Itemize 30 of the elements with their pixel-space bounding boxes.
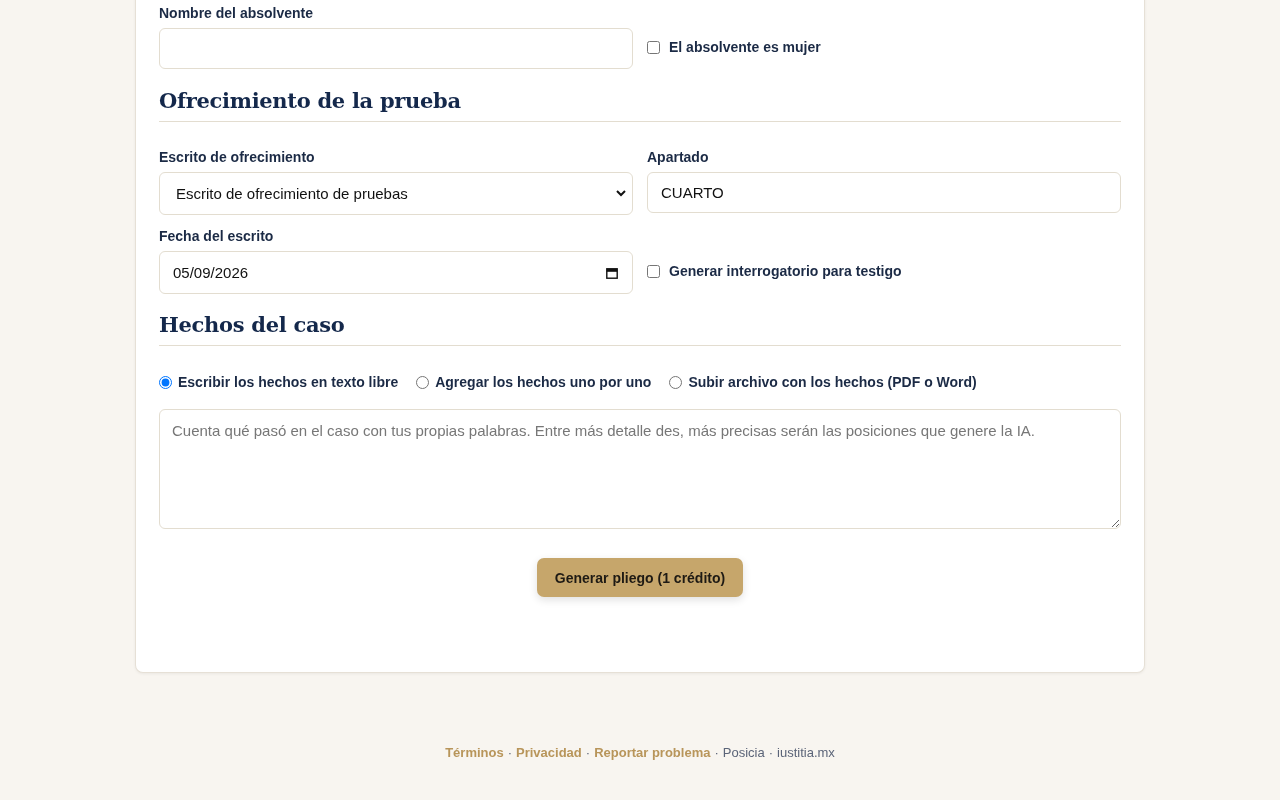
radio-label: Agregar los hechos uno por uno <box>435 374 652 390</box>
separator-dot: · <box>714 745 719 760</box>
separator-dot: · <box>585 745 591 760</box>
select-field[interactable]: Escrito de ofrecimiento de pruebas <box>159 172 633 215</box>
separator-dot: · <box>768 745 774 760</box>
radio-button[interactable] <box>416 375 430 389</box>
radio-button[interactable] <box>669 375 683 389</box>
name-input-field[interactable] <box>159 28 633 69</box>
checkbox[interactable] <box>647 40 660 54</box>
apartado-input-field[interactable]: CUARTO <box>647 172 1121 213</box>
separator-dot: · <box>507 745 512 760</box>
facts-text-area[interactable]: Cuenta qué pasó en el caso con tus propias palabras. Entre más detalle des, más precisas serán las posiciones que genere la IA. <box>159 409 1121 529</box>
checkbox[interactable] <box>647 264 660 278</box>
radio-label: Escribir los hechos en texto libre <box>178 374 399 390</box>
date-input-field[interactable]: 05/09/2026 <box>159 251 633 294</box>
field-label: Fecha del escrito <box>159 228 275 244</box>
field-label: Escrito de ofrecimiento <box>159 149 316 165</box>
section-heading: Ofrecimiento de la prueba <box>159 88 462 113</box>
footer-text: iustitia.mx <box>777 745 835 760</box>
chevron-down-icon <box>616 190 626 197</box>
footer-text: Posicia <box>722 745 765 760</box>
field-label: Apartado <box>647 149 710 165</box>
section-heading: Hechos del caso <box>159 312 346 337</box>
field-label: Nombre del absolvente <box>159 5 315 21</box>
radio-button[interactable] <box>159 375 172 389</box>
checkbox-label: Generar interrogatorio para testigo <box>669 263 902 279</box>
checkbox-label: El absolvente es mujer <box>669 39 821 55</box>
generate-button[interactable]: Generar pliego (1 crédito) <box>536 558 744 597</box>
radio-label: Subir archivo con los hechos (PDF o Word) <box>688 374 977 390</box>
calendar-icon <box>606 266 618 279</box>
